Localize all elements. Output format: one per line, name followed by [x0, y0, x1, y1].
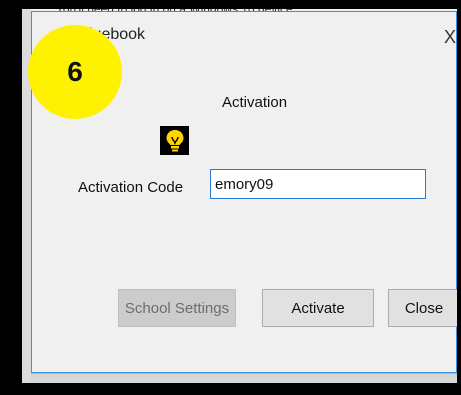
frame-border-right	[457, 0, 461, 395]
lightbulb-icon	[160, 126, 189, 155]
activation-heading: Activation	[222, 94, 288, 111]
school-settings-button[interactable]: School Settings	[118, 289, 236, 327]
activate-button[interactable]: Activate	[262, 289, 374, 327]
frame-border-bottom	[0, 383, 461, 395]
frame-border-top	[0, 0, 461, 9]
activation-code-input[interactable]	[210, 169, 426, 199]
step-badge: 6	[28, 25, 122, 119]
activation-code-label: Activation Code	[78, 179, 184, 196]
close-icon[interactable]: X	[444, 28, 458, 46]
frame-border-left	[0, 0, 22, 395]
close-button[interactable]: Close	[388, 289, 460, 327]
